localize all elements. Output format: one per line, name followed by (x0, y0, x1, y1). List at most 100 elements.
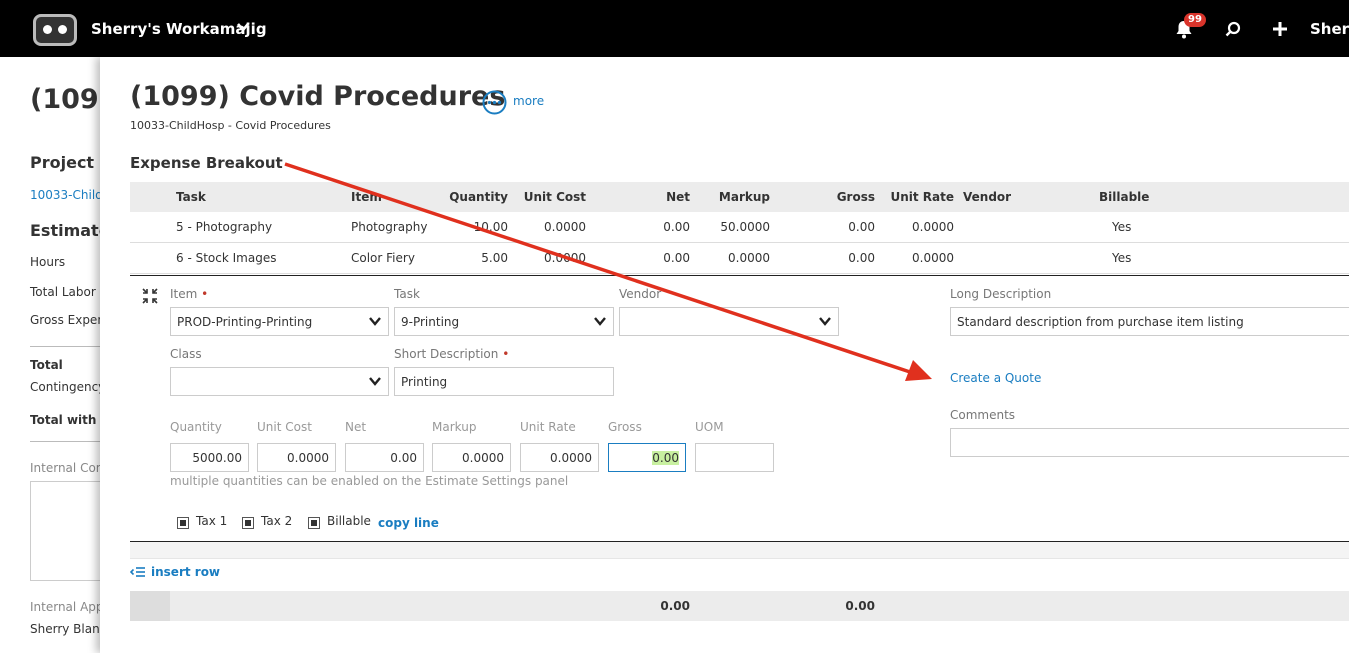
vendor-select[interactable] (619, 307, 839, 336)
bg-hours-label: Hours (30, 255, 66, 269)
search-icon[interactable] (1224, 20, 1242, 38)
notification-badge: 99 (1184, 13, 1206, 27)
quantity-field[interactable]: 5000.00 (170, 443, 249, 472)
totals-row: 0.00 0.00 (130, 591, 1349, 621)
plus-icon[interactable] (1271, 20, 1289, 38)
tax1-checkbox[interactable] (177, 517, 189, 529)
item-select[interactable]: PROD-Printing-Printing (170, 307, 389, 336)
cell-net: 0.00 (663, 251, 690, 265)
bg-total-with-label: Total with C (30, 413, 100, 427)
more-icon[interactable] (482, 90, 507, 115)
create-quote-link[interactable]: Create a Quote (950, 371, 1041, 385)
uom-label: UOM (695, 420, 724, 434)
col-net: Net (666, 190, 690, 204)
quantity-label: Quantity (170, 420, 222, 434)
comments-label: Comments (950, 408, 1016, 422)
vendor-label: Vendor (619, 287, 662, 301)
long-description-field[interactable]: Standard description from purchase item … (950, 307, 1349, 336)
billable-label: Billable (327, 514, 371, 528)
task-select[interactable]: 9-Printing (394, 307, 614, 336)
expense-panel: (1099) Covid Procedures more 10033-Child… (100, 57, 1349, 653)
cell-net: 0.00 (663, 220, 690, 234)
uom-field[interactable] (695, 443, 774, 472)
col-vendor: Vendor (963, 190, 1012, 204)
class-select[interactable] (170, 367, 389, 396)
bg-project-heading: Project (30, 153, 95, 172)
cell-task: 6 - Stock Images (176, 251, 277, 265)
cell-billable: Yes (1112, 251, 1132, 265)
chevron-down-icon[interactable] (236, 20, 250, 34)
more-link[interactable]: more (513, 94, 544, 108)
bg-internal-comments-label: Internal Com (30, 461, 100, 475)
tax2-checkbox[interactable] (242, 517, 254, 529)
unit-cost-label: Unit Cost (257, 420, 312, 434)
bg-project-link[interactable]: 10033-ChildH (30, 188, 100, 202)
gross-field[interactable]: 0.00 (608, 443, 686, 472)
cell-unit-cost: 0.0000 (544, 251, 586, 265)
col-item: Item (351, 190, 382, 204)
cell-gross: 0.00 (848, 251, 875, 265)
bg-contingency-label: Contingency (30, 380, 100, 394)
unit-rate-label: Unit Rate (520, 420, 576, 434)
task-select-value: 9-Printing (401, 315, 460, 329)
markup-field[interactable]: 0.0000 (432, 443, 511, 472)
col-task: Task (176, 190, 206, 204)
copy-line-link[interactable]: copy line (378, 516, 439, 530)
cell-item: Color Fiery (351, 251, 415, 265)
short-description-label: Short Description • (394, 347, 510, 361)
insert-row-link[interactable]: insert row (151, 565, 220, 579)
item-label: Item • (170, 287, 209, 301)
chevron-down-icon (819, 317, 831, 326)
gross-total: 0.00 (845, 599, 875, 613)
cell-task: 5 - Photography (176, 220, 273, 234)
table-row[interactable]: 6 - Stock Images Color Fiery 5.00 0.0000… (130, 243, 1349, 274)
gross-field-value: 0.00 (652, 451, 679, 465)
bg-internal-comments-box[interactable] (30, 481, 100, 581)
editor-top-divider (130, 275, 1349, 276)
top-bar: Sherry's Workamajig 99 Sherry (0, 0, 1349, 57)
collapse-icon[interactable] (142, 288, 158, 304)
unit-rate-field[interactable]: 0.0000 (520, 443, 599, 472)
app-logo-icon[interactable] (33, 14, 77, 46)
col-unit-rate: Unit Rate (890, 190, 954, 204)
tax2-label: Tax 2 (261, 514, 293, 528)
cell-markup: 50.0000 (720, 220, 770, 234)
chevron-down-icon (594, 317, 606, 326)
logo-eye-left (43, 25, 52, 34)
insert-row-icon[interactable] (130, 566, 146, 578)
page-title: (1099) Covid Procedures (130, 81, 506, 112)
unit-cost-field[interactable]: 0.0000 (257, 443, 336, 472)
comments-field[interactable] (950, 428, 1349, 457)
background-page: (1099 Project 10033-ChildH Estimate Hour… (0, 57, 100, 653)
col-gross: Gross (836, 190, 875, 204)
task-label: Task (394, 287, 420, 301)
net-label: Net (345, 420, 367, 434)
cell-unit-cost: 0.0000 (544, 220, 586, 234)
chevron-down-icon (369, 377, 381, 386)
short-description-field[interactable]: Printing (394, 367, 614, 396)
bg-divider (30, 441, 100, 442)
user-menu[interactable]: Sherry (1310, 20, 1349, 38)
item-select-value: PROD-Printing-Printing (177, 315, 313, 329)
billable-checkbox[interactable] (308, 517, 320, 529)
cell-unit-rate: 0.0000 (912, 251, 954, 265)
bg-internal-approver-label: Internal App (30, 600, 100, 614)
cell-quantity: 10.00 (473, 220, 508, 234)
class-label: Class (170, 347, 202, 361)
cell-markup: 0.0000 (728, 251, 770, 265)
cell-item: Photography (351, 220, 428, 234)
logo-eye-right (58, 25, 67, 34)
net-field[interactable]: 0.00 (345, 443, 424, 472)
blank-row (130, 542, 1349, 559)
bg-total-labor-label: Total Labor (30, 285, 96, 299)
table-row[interactable]: 5 - Photography Photography 10.00 0.0000… (130, 212, 1349, 243)
cell-quantity: 5.00 (481, 251, 508, 265)
bg-divider (30, 346, 100, 347)
bg-approver-name: Sherry Blanc (30, 622, 100, 636)
long-description-label: Long Description (950, 287, 1052, 301)
bg-page-title: (1099 (30, 84, 100, 115)
bg-gross-expense-label: Gross Expen (30, 313, 100, 327)
col-billable: Billable (1099, 190, 1150, 204)
quantity-hint: multiple quantities can be enabled on th… (170, 474, 569, 488)
cell-unit-rate: 0.0000 (912, 220, 954, 234)
